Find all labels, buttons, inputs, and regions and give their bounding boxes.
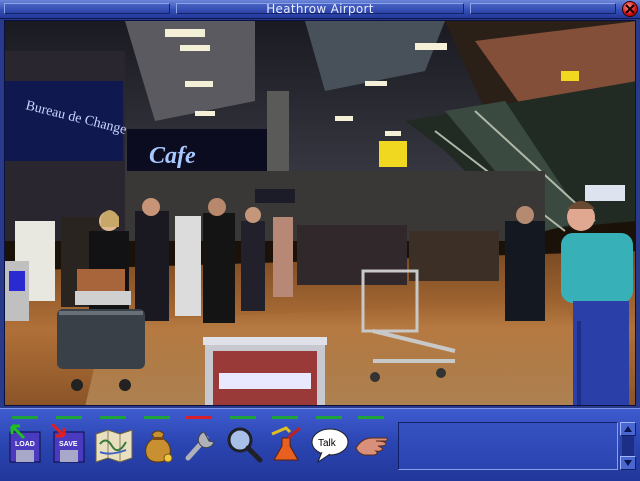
close-icon [625, 4, 635, 14]
title-bar[interactable]: Heathrow Airport [0, 0, 640, 19]
inventory-scrollbar[interactable] [620, 422, 636, 470]
money-bag-indicator [144, 416, 170, 419]
magnifying-glass-icon [227, 427, 263, 463]
wrench-button[interactable] [180, 416, 220, 474]
talk-indicator [316, 416, 342, 419]
scene-view[interactable]: Bureau de Change Cafe [4, 20, 636, 406]
money-bag-icon [145, 430, 173, 463]
talk-button[interactable]: Talk [310, 416, 350, 474]
title-bar-left-segment [4, 3, 170, 14]
cafe-sign: Cafe [149, 143, 196, 169]
scroll-down-button[interactable] [620, 456, 636, 470]
load-label: LOAD [15, 441, 35, 448]
examine-indicator [230, 416, 256, 419]
close-button[interactable] [622, 1, 638, 17]
wrench-icon [185, 431, 215, 461]
speech-bubble-icon: Talk [311, 428, 349, 464]
airport-terminal-image: Bureau de Change Cafe [5, 21, 635, 405]
save-disk-icon: SAVE [50, 424, 85, 463]
save-indicator [56, 416, 82, 419]
hand-indicator [358, 416, 384, 419]
hand-icon [355, 437, 388, 456]
load-button[interactable]: LOAD [6, 416, 46, 474]
save-label: SAVE [59, 441, 78, 448]
examine-button[interactable] [224, 416, 264, 474]
use-button[interactable] [266, 416, 306, 474]
scroll-track[interactable] [622, 436, 634, 456]
use-indicator [272, 416, 298, 419]
save-button[interactable]: SAVE [50, 416, 90, 474]
chemistry-flask-icon [271, 426, 301, 461]
load-disk-icon: LOAD [9, 424, 41, 463]
hand-button[interactable] [352, 416, 392, 474]
window-title: Heathrow Airport [266, 2, 374, 16]
load-indicator [12, 416, 38, 419]
inventory-panel[interactable] [398, 422, 618, 470]
map-button[interactable] [94, 416, 134, 474]
map-icon [95, 429, 133, 463]
money-bag-button[interactable] [138, 416, 178, 474]
scroll-up-button[interactable] [620, 422, 636, 436]
map-indicator [100, 416, 126, 419]
talk-label: Talk [318, 438, 337, 449]
title-bar-right-segment [470, 3, 616, 14]
wrench-indicator [186, 416, 212, 419]
